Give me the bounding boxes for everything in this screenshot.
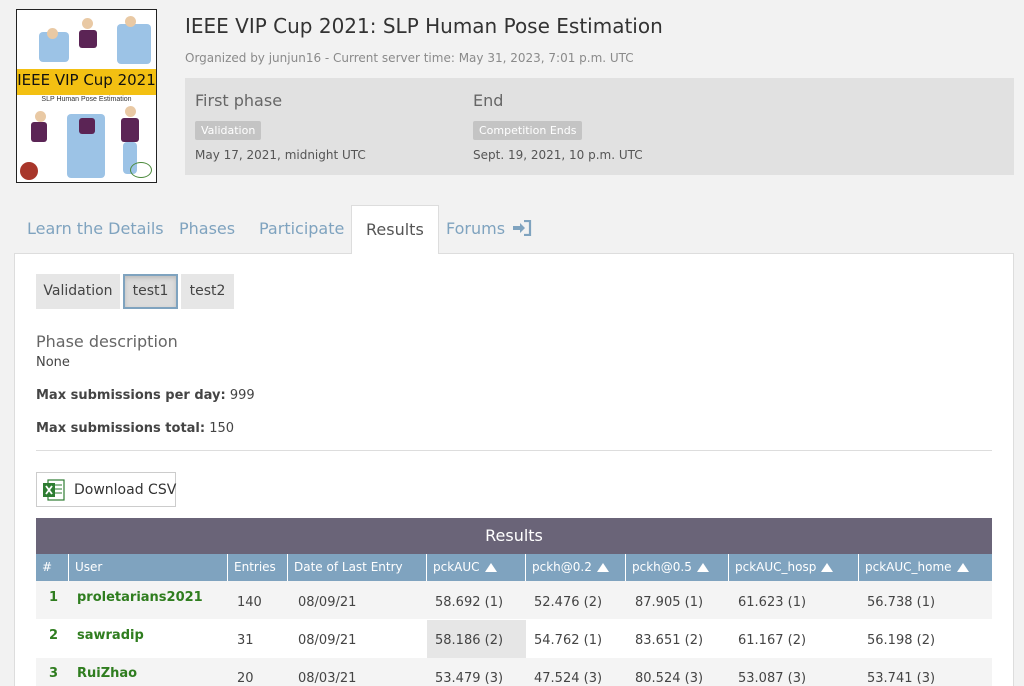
logo-figure xyxy=(125,106,136,117)
tab-learn-the-details[interactable]: Learn the Details xyxy=(27,205,164,253)
row-entries: 31 xyxy=(237,633,254,648)
column-header-user: User xyxy=(69,554,228,581)
logo-figure xyxy=(31,122,47,142)
max-total-value: 150 xyxy=(209,421,235,436)
column-header-date: Date of Last Entry xyxy=(288,554,427,581)
phase-badge: Validation xyxy=(195,121,262,140)
row-score: 58.186 (2) xyxy=(435,633,504,648)
column-header-rank: # xyxy=(36,554,69,581)
column-header-pckh-0-5[interactable]: pckh@0.5 xyxy=(626,554,729,581)
logo-figure xyxy=(35,111,46,122)
logo-figure xyxy=(125,16,136,27)
logo-seal-icon xyxy=(20,162,38,180)
column-header-entries: Entries xyxy=(228,554,288,581)
max-per-day-label: Max submissions per day: xyxy=(36,388,226,403)
column-header-label: pckAUC_home xyxy=(865,560,952,574)
column-header-pckauc-home[interactable]: pckAUC_home xyxy=(859,554,992,581)
column-header-pckauc-hosp[interactable]: pckAUC_hosp xyxy=(729,554,859,581)
row-score: 83.651 (2) xyxy=(635,633,704,648)
phase-button-validation[interactable]: Validation xyxy=(36,274,120,309)
download-csv-label: Download CSV xyxy=(74,482,177,498)
row-entries: 20 xyxy=(237,671,254,686)
tab-phases[interactable]: Phases xyxy=(179,205,235,253)
divider xyxy=(36,450,992,451)
tab-forums-label: Forums xyxy=(446,219,506,238)
row-score: 56.738 (1) xyxy=(867,595,936,610)
row-score: 54.762 (1) xyxy=(534,633,603,648)
max-submissions-total: Max submissions total: 150 xyxy=(36,421,234,436)
row-date: 08/09/21 xyxy=(298,595,357,610)
row-score: 80.524 (3) xyxy=(635,671,704,686)
phase-date: May 17, 2021, midnight UTC xyxy=(195,148,366,162)
row-rank: 1 xyxy=(49,590,59,605)
logo-subtitle: SLP Human Pose Estimation xyxy=(41,96,132,103)
phase-button-test2[interactable]: test2 xyxy=(181,274,234,309)
table-row xyxy=(36,658,992,686)
phase-title: End xyxy=(473,91,504,110)
sort-up-icon xyxy=(696,563,709,572)
max-per-day-value: 999 xyxy=(229,388,255,403)
logo-figure xyxy=(47,28,58,39)
max-total-label: Max submissions total: xyxy=(36,421,206,436)
organizer-info: Organized by junjun16 - Current server t… xyxy=(185,51,634,65)
logo-title: IEEE VIP Cup 2021 xyxy=(17,71,156,89)
row-entries: 140 xyxy=(237,595,262,610)
sign-in-icon xyxy=(513,219,532,237)
max-submissions-per-day: Max submissions per day: 999 xyxy=(36,388,255,403)
column-header-pckh-0-2[interactable]: pckh@0.2 xyxy=(526,554,626,581)
phase-description-title: Phase description xyxy=(36,332,178,351)
download-csv-button[interactable]: Download CSV xyxy=(36,472,176,507)
logo-figure xyxy=(79,30,97,48)
row-score: 61.167 (2) xyxy=(738,633,807,648)
sort-up-icon xyxy=(484,563,497,572)
excel-icon xyxy=(43,479,65,501)
row-score: 58.692 (1) xyxy=(435,595,504,610)
row-rank: 2 xyxy=(49,628,59,643)
tab-results[interactable]: Results xyxy=(351,205,439,254)
column-header-label: pckh@0.2 xyxy=(532,560,592,574)
row-score: 53.479 (3) xyxy=(435,671,504,686)
row-rank: 3 xyxy=(49,666,59,681)
results-table-title: Results xyxy=(36,518,992,554)
row-score: 53.087 (3) xyxy=(738,671,807,686)
column-header-label: pckh@0.5 xyxy=(632,560,692,574)
logo-figure xyxy=(79,118,95,134)
row-score: 52.476 (2) xyxy=(534,595,603,610)
phase-badge: Competition Ends xyxy=(473,121,583,140)
row-score: 53.741 (3) xyxy=(867,671,936,686)
row-score: 56.198 (2) xyxy=(867,633,936,648)
phase-description: None xyxy=(36,355,70,370)
row-date: 08/09/21 xyxy=(298,633,357,648)
column-header-pckauc[interactable]: pckAUC xyxy=(427,554,526,581)
phase-button-test1[interactable]: test1 xyxy=(123,274,178,309)
ieee-signal-processing-icon xyxy=(130,162,152,178)
row-score: 47.524 (3) xyxy=(534,671,603,686)
column-header-label: pckAUC xyxy=(433,560,480,574)
tab-participate[interactable]: Participate xyxy=(259,205,344,253)
sort-up-icon xyxy=(596,563,609,572)
row-score: 61.623 (1) xyxy=(738,595,807,610)
sort-up-icon xyxy=(956,563,969,572)
logo-figure xyxy=(82,18,93,29)
phase-date: Sept. 19, 2021, 10 p.m. UTC xyxy=(473,148,643,162)
row-user-link[interactable]: proletarians2021 xyxy=(77,590,203,605)
row-user-link[interactable]: sawradip xyxy=(77,628,144,643)
logo-figure xyxy=(121,118,139,142)
phase-title: First phase xyxy=(195,91,283,110)
phase-timeline: First phase Validation May 17, 2021, mid… xyxy=(185,78,1014,175)
logo-figure xyxy=(117,24,151,64)
competition-logo: IEEE VIP Cup 2021 SLP Human Pose Estimat… xyxy=(16,9,157,183)
competition-tabs: Learn the Details Phases Participate Res… xyxy=(14,205,1014,254)
row-score: 87.905 (1) xyxy=(635,595,704,610)
results-panel: Validation test1 test2 Phase description… xyxy=(14,253,1014,686)
sort-up-icon xyxy=(821,563,834,572)
tab-forums[interactable]: Forums xyxy=(446,205,532,253)
row-user-link[interactable]: RuiZhao xyxy=(77,666,137,681)
page-title: IEEE VIP Cup 2021: SLP Human Pose Estima… xyxy=(185,14,663,38)
column-header-label: pckAUC_hosp xyxy=(735,560,817,574)
row-date: 08/03/21 xyxy=(298,671,357,686)
